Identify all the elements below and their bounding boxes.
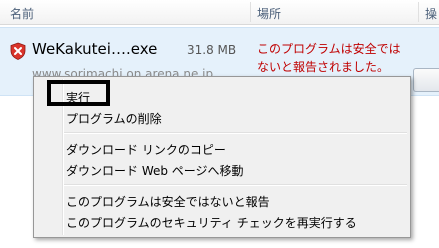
menu-item-copy-download-link[interactable]: ダウンロード リンクのコピー [66, 141, 226, 158]
menu-separator [64, 132, 407, 134]
download-size: 31.8 MB [187, 43, 237, 57]
column-divider[interactable] [418, 2, 419, 22]
menu-item-delete-program[interactable]: プログラムの削除 [66, 110, 162, 127]
column-action-header[interactable]: 操 [425, 5, 437, 22]
action-button[interactable] [413, 68, 439, 92]
menu-item-rerun-security-check[interactable]: このプログラムのセキュリティ チェックを再実行する [66, 214, 357, 231]
menu-item-go-to-download-page[interactable]: ダウンロード Web ページへ移動 [66, 162, 244, 179]
shield-warning-icon [10, 42, 26, 60]
column-header-bar: 名前 場所 操 [0, 0, 439, 25]
context-menu: 実行 プログラムの削除 ダウンロード リンクのコピー ダウンロード Web ペー… [33, 76, 411, 238]
menu-item-report-unsafe[interactable]: このプログラムは安全ではないと報告 [66, 193, 270, 210]
menu-separator [64, 184, 407, 186]
column-divider[interactable] [250, 2, 251, 22]
column-name-header[interactable]: 名前 [10, 5, 34, 22]
download-filename[interactable]: WeKakutei….exe [32, 40, 157, 58]
column-location-header[interactable]: 場所 [257, 5, 281, 22]
menu-item-run[interactable]: 実行 [66, 89, 90, 106]
unsafe-warning-text: このプログラムは安全ではないと報告されました。 [257, 42, 401, 74]
